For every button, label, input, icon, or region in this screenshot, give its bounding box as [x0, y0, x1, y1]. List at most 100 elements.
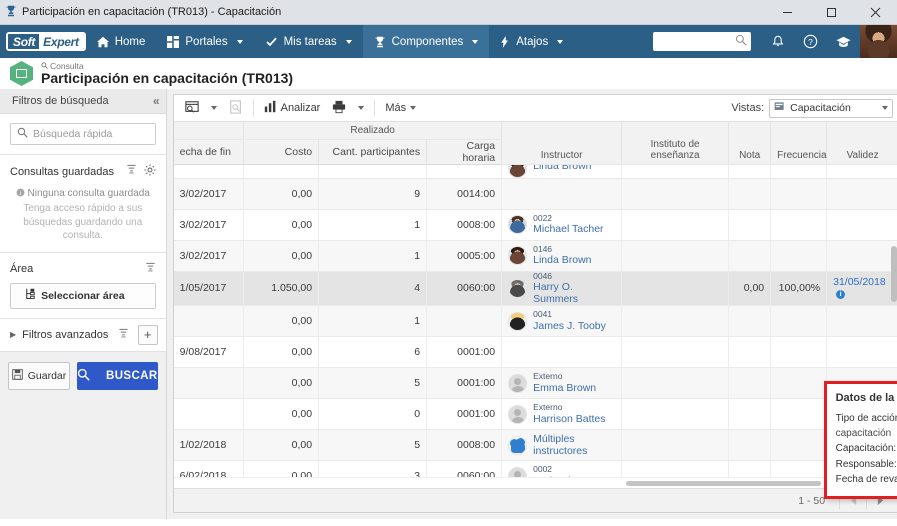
cell-participantes: [318, 164, 428, 179]
add-filter-button[interactable]: +: [137, 324, 158, 345]
col-nota[interactable]: Nota: [728, 122, 772, 165]
table-row[interactable]: 9/08/2017 0,00 6 0001:00: [173, 336, 897, 369]
col-frecuencia[interactable]: Frecuencia: [770, 122, 828, 165]
cell-nota: [728, 460, 772, 477]
nav-item-home[interactable]: Home: [86, 25, 157, 58]
print-dropdown[interactable]: [353, 97, 369, 119]
table-row[interactable]: Linda Brown: [173, 164, 897, 179]
nav-item-portales[interactable]: Portales: [156, 25, 253, 58]
filter-clear-icon[interactable]: [126, 164, 137, 179]
saved-queries-empty: i Ninguna consulta guardada: [10, 188, 156, 199]
main-content: Analizar Más Vistas: Capacitación Realiz…: [166, 89, 897, 519]
analyze-button[interactable]: Analizar: [259, 97, 326, 119]
instructor-name[interactable]: James J. Tooby: [533, 320, 606, 332]
grid-horizontal-scroll-thumb[interactable]: [625, 481, 821, 486]
cell-costo: 0,00: [243, 240, 320, 272]
search-input[interactable]: Búsqueda rápida: [10, 123, 156, 145]
grid-horizontal-scrollbar[interactable]: [173, 477, 897, 488]
table-row[interactable]: 3/02/2017 0,00 1 0005:00 0146 Linda Brown: [173, 240, 897, 272]
avatar: [508, 435, 528, 455]
softexpert-logo[interactable]: Soft Expert: [6, 32, 86, 51]
avatar: [508, 245, 528, 265]
select-area-button[interactable]: Seleccionar área: [10, 282, 156, 309]
results-panel: Analizar Más Vistas: Capacitación Realiz…: [172, 94, 897, 513]
table-row[interactable]: 3/02/2017 0,00 9 0014:00: [173, 178, 897, 210]
cell-validez: [826, 178, 897, 210]
cell-costo: 0,00: [243, 336, 320, 369]
cell-instituto: [621, 178, 730, 210]
instructor-name[interactable]: Linda Brown: [533, 254, 591, 266]
global-search-input[interactable]: [653, 32, 751, 51]
grid-vertical-scroll-thumb[interactable]: [891, 246, 897, 302]
instructor-name[interactable]: Harry O. Summers: [533, 281, 615, 305]
nav-label-atajos: Atajos: [516, 35, 549, 48]
logo-soft: Soft: [8, 34, 40, 49]
cell-participantes: 1: [318, 305, 428, 338]
instructor-name[interactable]: Linda Brown: [533, 164, 591, 173]
cell-instituto: [621, 305, 730, 338]
close-button[interactable]: [853, 0, 897, 25]
instructor-link[interactable]: Múltiples instructores: [533, 433, 615, 457]
nav-item-atajos[interactable]: Atajos: [489, 25, 574, 58]
cell-instituto: [621, 271, 730, 307]
help-icon[interactable]: ?: [794, 25, 827, 58]
table-row[interactable]: 0,00 0 0001:00 Externo Harrison Battes: [173, 398, 897, 431]
validez-link[interactable]: 31/05/2018: [833, 276, 886, 288]
edit-record-icon: [229, 99, 243, 117]
nav-item-mis-tareas[interactable]: Mis tareas: [254, 25, 363, 58]
avatar: [508, 311, 528, 331]
chevron-down-icon: [557, 39, 564, 44]
view-record-button[interactable]: [180, 97, 204, 119]
instructor-name[interactable]: Emma Brown: [533, 382, 596, 394]
table-row[interactable]: 6/02/20180,0030060:000002Levi Usher: [173, 460, 897, 477]
table-row[interactable]: 0,00 5 0001:00 Externo Emma Brown: [173, 367, 897, 400]
col-instructor[interactable]: Instructor: [501, 122, 623, 165]
save-label: Guardar: [27, 369, 67, 382]
navbar-right-tools: ?: [653, 25, 897, 58]
col-carga[interactable]: Carga horaria: [426, 139, 503, 165]
chevron-double-left-icon[interactable]: «: [153, 94, 160, 108]
search-button[interactable]: BUSCAR: [77, 361, 158, 390]
cell-nota: [728, 305, 772, 338]
user-avatar[interactable]: [860, 25, 897, 58]
col-participantes[interactable]: Cant. participantes: [318, 139, 428, 165]
save-button[interactable]: Guardar: [8, 361, 70, 390]
filter-clear-icon[interactable]: [145, 262, 156, 276]
advanced-filters-row[interactable]: ▶ Filtros avanzados +: [0, 318, 166, 352]
col-costo[interactable]: Costo: [243, 139, 320, 165]
cell-participantes: 5: [318, 429, 428, 462]
instructor-name[interactable]: Michael Tacher: [533, 223, 603, 235]
logo-expert: Expert: [39, 34, 84, 49]
saved-queries-title: Consultas guardadas: [10, 165, 114, 178]
print-button[interactable]: [327, 97, 351, 119]
more-menu-button[interactable]: Más: [380, 97, 421, 119]
avatar: [508, 373, 528, 393]
table-row[interactable]: 3/02/2017 0,00 1 0008:00 0022 Michael Tacher: [173, 209, 897, 241]
view-record-dropdown[interactable]: [206, 97, 222, 119]
cell-frecuencia: [770, 367, 828, 400]
cell-instructor: 0002Levi Usher: [501, 460, 623, 477]
graduation-cap-icon[interactable]: [827, 25, 860, 58]
col-fecha-fin[interactable]: echa de fin: [173, 139, 245, 165]
table-row[interactable]: 0,00 1 0041 James J. Tooby: [173, 305, 897, 338]
views-select[interactable]: Capacitación: [769, 98, 894, 118]
nav-item-componentes[interactable]: Componentes: [362, 25, 490, 58]
cell-validez: [826, 164, 897, 179]
cell-costo: 0,00: [243, 429, 320, 462]
table-row[interactable]: 1/05/2017 1.050,00 4 0060:00 0046 Harry O. Su…: [173, 271, 897, 307]
table-row[interactable]: 1/02/2018 0,00 5 0008:00 Múltiples instructo…: [173, 429, 897, 462]
instructor-name[interactable]: Harrison Battes: [533, 413, 605, 425]
col-instituto[interactable]: Instituto de enseñanza: [621, 122, 730, 165]
col-validez[interactable]: Validez: [826, 122, 897, 165]
filter-clear-icon[interactable]: [118, 328, 129, 342]
page-body: Filtros de búsqueda « Búsqueda rápida Co…: [0, 89, 897, 519]
bell-icon[interactable]: [761, 25, 794, 58]
cell-instructor: 0046 Harry O. Summers: [501, 271, 623, 307]
info-icon[interactable]: i: [836, 290, 846, 300]
gear-icon[interactable]: [144, 164, 156, 179]
grid-toolbar: Analizar Más Vistas: Capacitación: [173, 95, 897, 122]
instructor-code: 0022: [533, 212, 553, 223]
cell-costo: 1.050,00: [243, 271, 320, 307]
maximize-button[interactable]: [809, 0, 853, 25]
minimize-button[interactable]: [765, 0, 809, 25]
